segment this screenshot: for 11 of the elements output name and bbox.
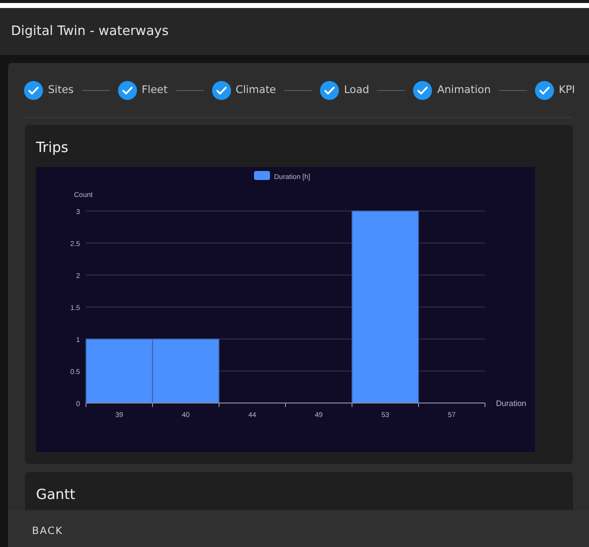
step[interactable]: Climate [212,80,276,100]
step[interactable]: Fleet [118,80,168,100]
step[interactable]: Sites [24,80,74,100]
section-title: Trips [36,139,70,158]
step[interactable]: Animation [413,80,491,100]
back-button[interactable]: BACK [30,522,66,540]
window-title: Digital Twin - waterways [11,24,169,39]
x-axis-title: Duration [496,399,526,408]
step[interactable]: Load [320,80,370,100]
step[interactable]: KPI [534,80,576,100]
section-title: Gantt [36,486,76,505]
